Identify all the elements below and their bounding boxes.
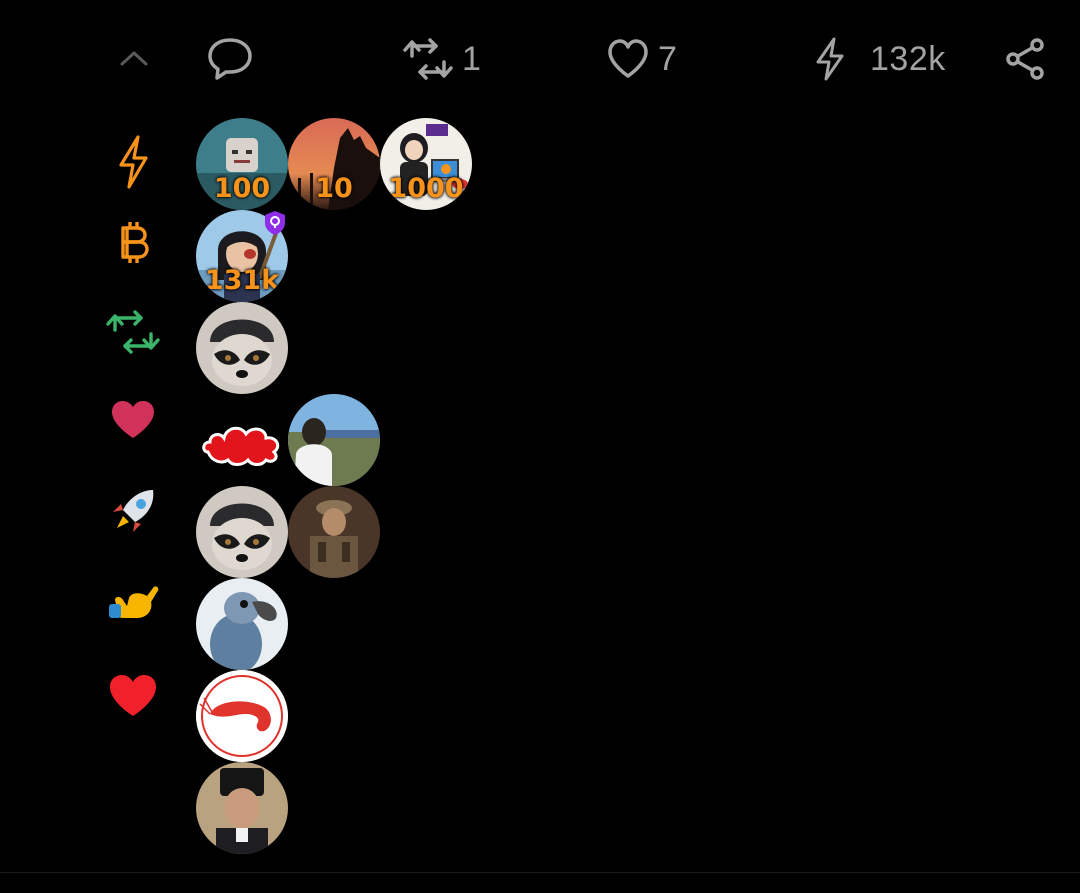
share-icon (1006, 38, 1044, 80)
repost-count: 1 (462, 39, 482, 78)
verified-badge-icon (265, 211, 285, 235)
repost-icon (403, 38, 453, 80)
avatar-raccoon[interactable] (196, 486, 288, 578)
avatar-sunset[interactable]: 10 (288, 118, 380, 210)
reaction-row-red-heart (0, 670, 1080, 762)
reaction-row-call-me (0, 578, 1080, 670)
zap-button[interactable]: 132k (812, 36, 946, 82)
reaction-row-heart (0, 394, 1080, 486)
reaction-row-zap: 100 10 1000 (0, 118, 1080, 210)
collapse-button[interactable] (118, 36, 150, 82)
avatar-dodo[interactable] (196, 578, 288, 670)
red-heart-emoji-icon (105, 666, 161, 726)
reaction-row-rocket (0, 486, 1080, 578)
share-button[interactable] (1004, 36, 1048, 82)
previous-text-fragment (0, 0, 1080, 8)
avatar-shrimp[interactable] (196, 670, 288, 762)
zap-amount: 1000 (388, 173, 464, 204)
repost-button[interactable]: 1 (402, 36, 481, 82)
chevron-up-icon (120, 51, 148, 66)
avatar-hiker[interactable] (288, 394, 380, 486)
reaction-row-repost (0, 302, 1080, 394)
reaction-row-bitcoin: 131k (0, 210, 1080, 302)
like-button[interactable]: 7 (606, 36, 677, 82)
rocket-emoji-icon (105, 482, 161, 542)
call-me-hand-emoji-icon (105, 574, 161, 634)
zap-count: 132k (870, 39, 946, 78)
lightning-icon (816, 37, 844, 81)
divider (0, 872, 1080, 873)
reaction-row-red-heart-more (0, 762, 1080, 854)
reply-button[interactable] (206, 36, 254, 82)
like-count: 7 (658, 39, 678, 78)
heart-emoji-icon (105, 390, 161, 450)
avatar-red-cloud[interactable] (196, 394, 288, 486)
lightning-icon (105, 132, 161, 192)
avatar-robot[interactable]: 100 (196, 118, 288, 210)
repost-icon (105, 302, 161, 362)
bitcoin-icon (105, 214, 161, 274)
zap-amount: 100 (213, 173, 271, 204)
avatar-anime-laptop[interactable]: 1000 (380, 118, 472, 210)
avatar-raccoon[interactable] (196, 302, 288, 394)
heart-outline-icon (608, 39, 648, 78)
avatar-soldier[interactable] (288, 486, 380, 578)
comment-icon (208, 38, 252, 80)
zap-amount: 131k (204, 265, 280, 296)
avatar-man-hat[interactable] (196, 762, 288, 854)
zap-amount: 10 (315, 173, 353, 204)
